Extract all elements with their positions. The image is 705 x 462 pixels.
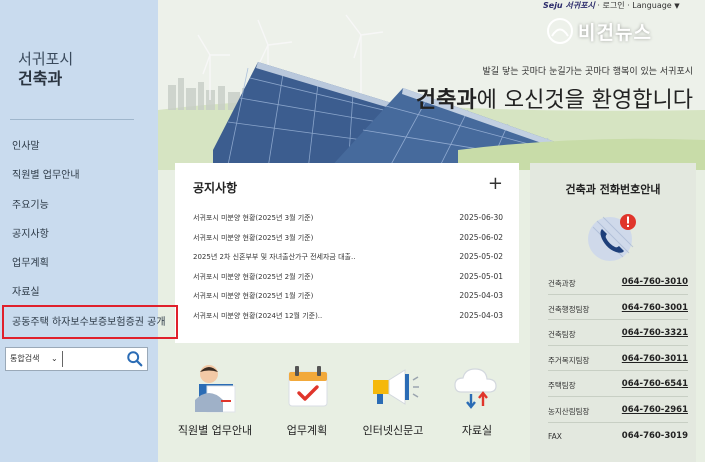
table-row: 건축과장 064-760-3010 <box>548 269 688 295</box>
sidebar-item-greeting[interactable]: 인사말 <box>0 132 158 161</box>
notice-item-title[interactable]: 서귀포시 미분양 현황(2025년 1월 기준) <box>193 291 313 301</box>
notice-list: 서귀포시 미분양 현황(2025년 3월 기준) 2025-06-30 서귀포시 … <box>193 209 503 327</box>
list-item[interactable]: 서귀포시 미분양 현황(2025년 3월 기준) 2025-06-30 <box>193 209 503 229</box>
topbar-separator: · <box>627 1 630 10</box>
welcome-dept: 건축과 <box>415 88 477 113</box>
list-item[interactable]: 서귀포시 미분양 현황(2025년 3월 기준) 2025-06-02 <box>193 229 503 249</box>
login-link[interactable]: 로그인 <box>603 1 625 10</box>
sidebar-item-work-plan[interactable]: 업무계획 <box>0 249 158 278</box>
notice-item-title[interactable]: 서귀포시 미분양 현황(2025년 3월 기준) <box>193 213 313 223</box>
phone-role: 주택팀장 <box>548 381 576 391</box>
welcome-heading: 건축과에 오신것을 환영합니다 <box>416 82 693 114</box>
quick-link-label: 직원별 업무안내 <box>177 424 253 437</box>
notice-item-date: 2025-04-03 <box>459 310 503 320</box>
notice-title: 공지사항 <box>193 181 238 195</box>
table-row: 건축팀장 064-760-3321 <box>548 320 688 346</box>
table-row: 주거복지팀장 064-760-3011 <box>548 346 688 372</box>
language-select[interactable]: Language <box>632 1 671 10</box>
phone-alert-icon <box>588 214 636 261</box>
table-row: FAX 064-760-3019 <box>548 423 688 449</box>
sidebar-item-archive[interactable]: 자료실 <box>0 278 158 307</box>
search-box: 통합검색 ⌄ <box>5 347 148 371</box>
notice-item-date: 2025-05-01 <box>459 271 503 281</box>
phone-role: 주거복지팀장 <box>548 355 590 365</box>
notice-more-button[interactable]: + <box>488 175 503 193</box>
notice-item-date: 2025-04-03 <box>459 291 503 301</box>
list-item[interactable]: 서귀포시 미분양 현황(2025년 1월 기준) 2025-04-03 <box>193 287 503 307</box>
sidebar: 서귀포시 건축과 인사말 직원별 업무안내 주요기능 공지사항 업무계획 자료실… <box>0 0 166 462</box>
department-title: 서귀포시 건축과 <box>18 50 73 88</box>
list-item[interactable]: 2025년 2차 신혼부부 및 자녀출산가구 전세자금 대출.. 2025-05-… <box>193 248 503 268</box>
watermark-logo-icon <box>547 18 573 44</box>
phone-role: 건축행정팀장 <box>548 304 590 314</box>
phone-number-link[interactable]: 064-760-3011 <box>622 354 688 364</box>
region-name: 서귀포시 <box>18 50 74 68</box>
notice-item-date: 2025-05-02 <box>459 252 503 262</box>
quick-link-archive[interactable]: 자료실 <box>437 360 517 455</box>
sidebar-divider <box>10 119 134 120</box>
phone-number-link[interactable]: 064-760-6541 <box>622 379 688 389</box>
phone-role: 건축팀장 <box>548 330 576 340</box>
chevron-down-icon[interactable]: ⌄ <box>51 354 58 363</box>
welcome-text: 에 오신것을 환영합니다 <box>476 88 693 113</box>
quick-link-label: 업무계획 <box>286 424 328 437</box>
list-item[interactable]: 서귀포시 미분양 현황(2024년 12월 기준).. 2025-04-03 <box>193 307 503 327</box>
search-icon[interactable] <box>126 350 144 368</box>
quick-link-work-plan[interactable]: 업무계획 <box>267 360 347 455</box>
notice-item-date: 2025-06-02 <box>459 232 503 242</box>
phone-role: FAX <box>548 431 562 441</box>
sidebar-item-notices[interactable]: 공지사항 <box>0 220 158 249</box>
phone-number-link[interactable]: 064-760-3010 <box>622 277 688 287</box>
phone-directory-title: 건축과 전화번호안내 <box>565 183 661 196</box>
city-logo[interactable]: Seju 서귀포시 <box>543 1 595 10</box>
notice-item-date: 2025-06-30 <box>459 213 503 222</box>
search-scope-select[interactable]: 통합검색 <box>10 353 39 364</box>
fax-number: 064-760-3019 <box>621 430 688 441</box>
chevron-down-icon[interactable]: ▼ <box>674 2 679 10</box>
department-name: 건축과 <box>18 69 63 88</box>
list-item[interactable]: 서귀포시 미분양 현황(2025년 2월 기준) 2025-05-01 <box>193 268 503 288</box>
phone-number-link[interactable]: 064-760-3001 <box>622 303 688 313</box>
phone-list: 건축과장 064-760-3010 건축행정팀장 064-760-3001 건축팀장… <box>548 269 688 448</box>
phone-number-link[interactable]: 064-760-3321 <box>622 328 688 338</box>
cloud-download-icon <box>454 368 497 409</box>
quick-links: 직원별 업무안내 업무계획 인터넷신문고 자료실 <box>175 360 519 460</box>
slogan: 발길 닿는 곳마다 눈길가는 곳마다 행복이 있는 서귀포시 <box>482 67 693 77</box>
search-input[interactable] <box>62 351 124 367</box>
sidebar-item-staff-duties[interactable]: 직원별 업무안내 <box>0 161 158 190</box>
table-row: 농지산림팀장 064-760-2961 <box>548 397 688 423</box>
quick-link-internet-petition[interactable]: 인터넷신문고 <box>353 360 433 455</box>
notice-panel: 공지사항 + 서귀포시 미분양 현황(2025년 3월 기준) 2025-06-3… <box>175 163 519 343</box>
megaphone-icon <box>373 369 419 405</box>
quick-link-label: 인터넷신문고 <box>362 424 424 437</box>
topbar-separator: · <box>597 1 600 10</box>
phone-directory-panel: 건축과 전화번호안내 건축과장 064-760-3010 건축행정팀장 064-76… <box>530 163 696 462</box>
highlight-box <box>2 305 178 339</box>
phone-role: 건축과장 <box>548 279 576 288</box>
quick-link-staff-duties[interactable]: 직원별 업무안내 <box>175 360 255 455</box>
notice-item-title[interactable]: 서귀포시 미분양 현황(2024년 12월 기준).. <box>193 311 322 321</box>
table-row: 건축행정팀장 064-760-3001 <box>548 295 688 321</box>
calendar-check-icon <box>288 366 328 407</box>
phone-number-link[interactable]: 064-760-2961 <box>622 405 688 415</box>
notice-item-title[interactable]: 서귀포시 미분양 현황(2025년 3월 기준) <box>193 233 313 243</box>
notice-item-title[interactable]: 2025년 2차 신혼부부 및 자녀출산가구 전세자금 대출.. <box>193 252 355 262</box>
top-utility-bar: Seju 서귀포시 · 로그인 · Language ▼ <box>543 0 680 11</box>
phone-role: 농지산림팀장 <box>548 406 590 416</box>
notice-item-title[interactable]: 서귀포시 미분양 현황(2025년 2월 기준) <box>193 272 313 282</box>
sidebar-item-main-functions[interactable]: 주요기능 <box>0 191 158 220</box>
staff-icon <box>195 365 236 413</box>
watermark-text: 비건뉴스 <box>578 22 652 44</box>
table-row: 주택팀장 064-760-6541 <box>548 371 688 397</box>
hero-banner: Seju 서귀포시 · 로그인 · Language ▼ 비건뉴스 발길 닿는 … <box>158 0 705 170</box>
quick-link-label: 자료실 <box>461 424 493 437</box>
